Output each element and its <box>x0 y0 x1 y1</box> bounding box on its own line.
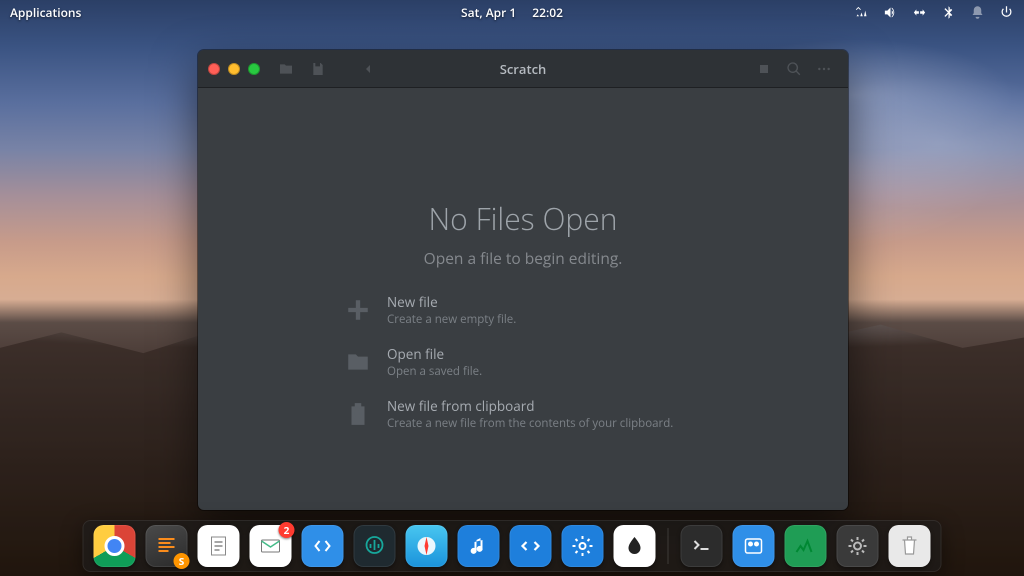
scratch-window: Scratch No Files Open Open a file to beg… <box>198 50 848 510</box>
welcome-screen: No Files Open Open a file to begin editi… <box>198 88 848 510</box>
titlebar[interactable]: Scratch <box>198 50 848 88</box>
dock-trash[interactable] <box>889 525 931 567</box>
power-icon[interactable] <box>999 5 1014 20</box>
search-button[interactable] <box>780 56 808 82</box>
action-title: New file <box>387 293 516 311</box>
datetime-indicator[interactable]: Sat, Apr 1 22:02 <box>461 4 563 21</box>
dock: S 2 <box>83 520 942 572</box>
welcome-title: No Files Open <box>429 198 618 239</box>
dock-sublime-text[interactable]: S <box>146 525 188 567</box>
minimize-button[interactable] <box>228 63 240 75</box>
new-file-action[interactable]: New fileCreate a new empty file. <box>343 291 703 329</box>
mail-badge: 2 <box>279 522 295 538</box>
notifications-muted-icon[interactable] <box>970 5 985 20</box>
plus-icon <box>343 295 373 325</box>
dock-gitkraken[interactable] <box>354 525 396 567</box>
maximize-button[interactable] <box>248 63 260 75</box>
welcome-subtitle: Open a file to begin editing. <box>424 247 623 269</box>
applications-menu[interactable]: Applications <box>10 4 81 21</box>
dock-terminal[interactable] <box>681 525 723 567</box>
panel-time: 22:02 <box>532 4 563 21</box>
badge-letter: S <box>174 553 190 569</box>
dock-screen-share[interactable] <box>510 525 552 567</box>
action-desc: Create a new empty file. <box>387 312 516 327</box>
window-controls <box>208 63 260 75</box>
top-panel: Applications Sat, Apr 1 22:02 <box>0 0 1024 24</box>
panel-date: Sat, Apr 1 <box>461 4 516 21</box>
clipboard-icon <box>343 399 373 429</box>
save-button[interactable] <box>304 56 332 82</box>
close-button[interactable] <box>208 63 220 75</box>
action-desc: Create a new file from the contents of y… <box>387 416 673 431</box>
open-folder-button[interactable] <box>272 56 300 82</box>
dock-tweaks[interactable] <box>837 525 879 567</box>
dock-system-settings[interactable] <box>562 525 604 567</box>
dock-text-editor[interactable] <box>198 525 240 567</box>
dock-separator <box>668 528 669 564</box>
dock-mail[interactable]: 2 <box>250 525 292 567</box>
desktop: Applications Sat, Apr 1 22:02 <box>0 0 1024 576</box>
action-title: Open file <box>387 345 482 363</box>
dock-system-monitor[interactable] <box>785 525 827 567</box>
bluetooth-icon[interactable] <box>941 5 956 20</box>
menu-button[interactable] <box>810 56 838 82</box>
action-desc: Open a saved file. <box>387 364 482 379</box>
action-title: New file from clipboard <box>387 397 673 415</box>
dock-web-browser[interactable] <box>406 525 448 567</box>
new-from-clipboard-action[interactable]: New file from clipboardCreate a new file… <box>343 395 703 433</box>
network-icon[interactable] <box>854 5 869 20</box>
dock-color-picker[interactable] <box>614 525 656 567</box>
folder-icon <box>343 347 373 377</box>
dock-code-editor[interactable] <box>302 525 344 567</box>
sync-icon[interactable] <box>912 5 927 20</box>
dock-music[interactable] <box>458 525 500 567</box>
back-button[interactable] <box>354 56 382 82</box>
dock-chrome[interactable] <box>94 525 136 567</box>
open-file-action[interactable]: Open fileOpen a saved file. <box>343 343 703 381</box>
stop-button[interactable] <box>750 56 778 82</box>
dock-screenshot[interactable] <box>733 525 775 567</box>
volume-icon[interactable] <box>883 5 898 20</box>
